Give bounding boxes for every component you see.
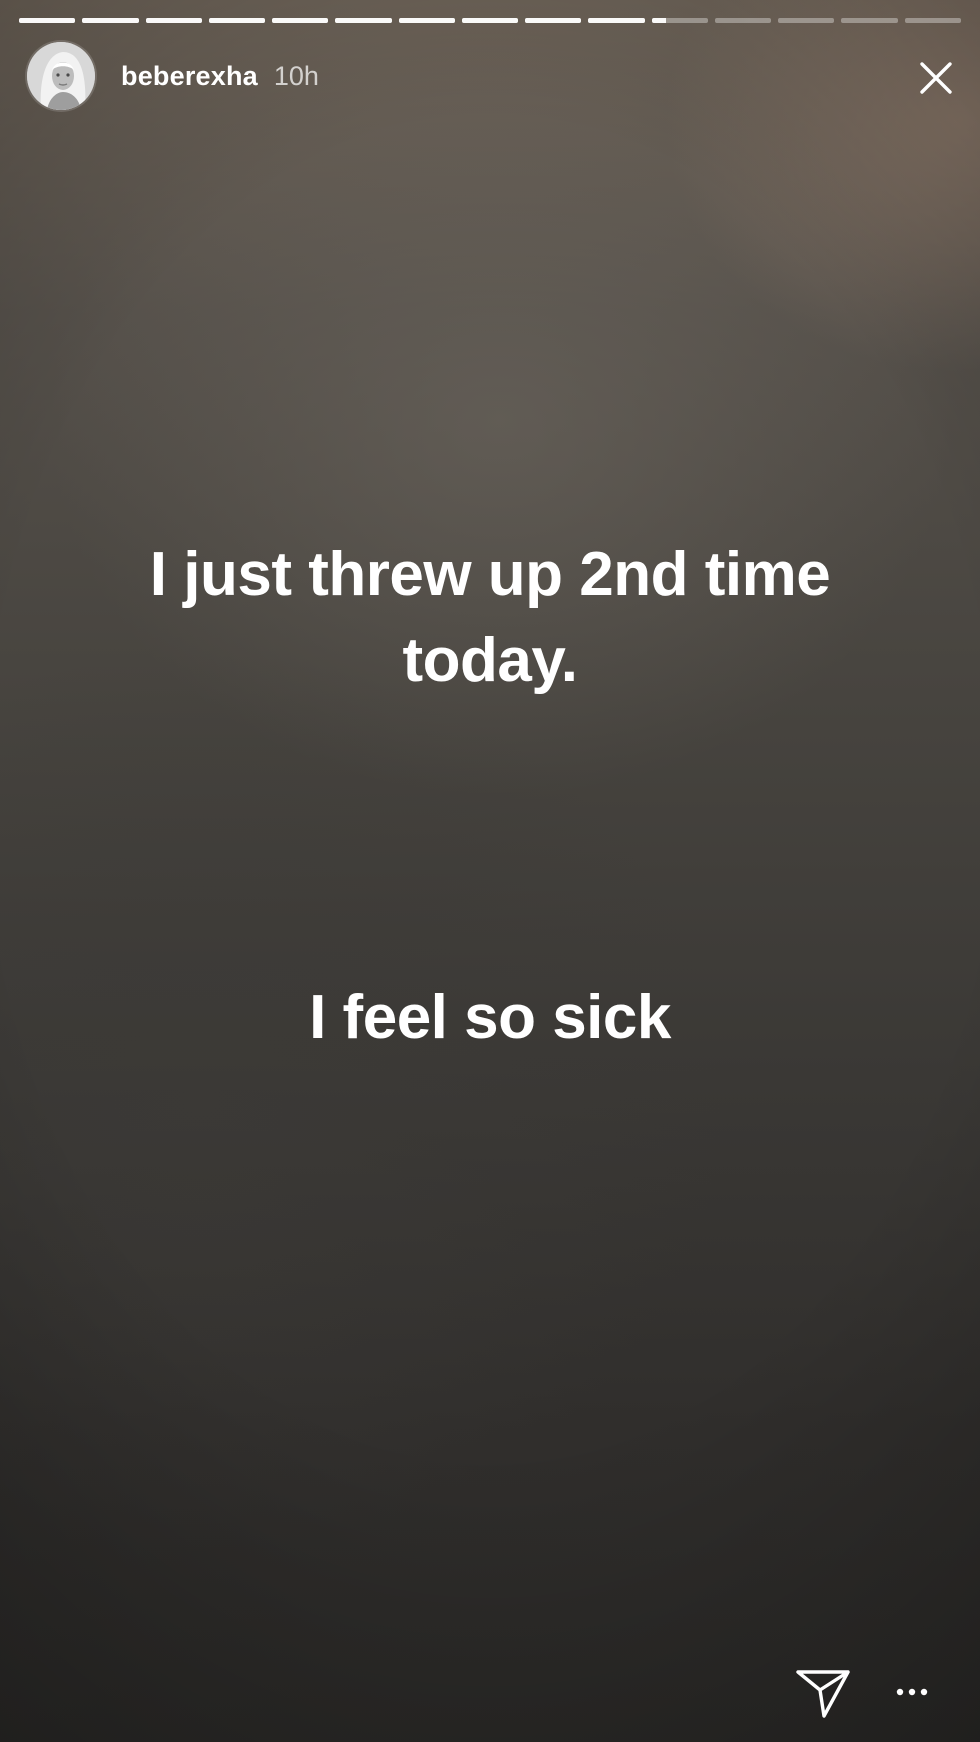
progress-segment-fill	[145, 18, 202, 23]
story-viewer[interactable]: beberexha 10h I just threw up 2nd time t…	[0, 0, 980, 1742]
progress-segment	[841, 18, 898, 23]
progress-segment	[82, 18, 139, 23]
progress-segment	[525, 18, 582, 23]
avatar-image	[27, 42, 95, 110]
progress-segment-fill	[272, 18, 329, 23]
progress-segment	[461, 18, 519, 23]
progress-segment-fill	[19, 18, 76, 23]
progress-segment	[272, 18, 329, 23]
progress-segment	[778, 18, 835, 23]
share-button[interactable]	[794, 1664, 852, 1720]
progress-segment-fill	[82, 18, 139, 23]
story-text-primary: I just threw up 2nd time today.	[0, 532, 980, 704]
progress-segment	[714, 18, 772, 23]
progress-segment-fill	[461, 18, 519, 23]
progress-segment	[588, 18, 645, 23]
story-header: beberexha 10h	[27, 40, 319, 112]
progress-segment	[208, 18, 266, 23]
progress-segment	[19, 18, 76, 23]
progress-segment	[398, 18, 455, 23]
send-icon	[796, 1670, 850, 1718]
story-text-line: I just threw up 2nd time	[149, 540, 831, 609]
progress-segment-fill	[651, 18, 666, 23]
more-icon	[896, 1688, 928, 1696]
story-text-secondary: I feel so sick	[309, 983, 671, 1052]
close-button[interactable]	[916, 58, 956, 98]
progress-segment	[904, 18, 961, 23]
username-link[interactable]: beberexha	[121, 61, 258, 92]
progress-segment	[335, 18, 392, 23]
progress-segment-fill	[208, 18, 266, 23]
story-text-line: today.	[402, 626, 578, 695]
progress-segment-fill	[588, 18, 645, 23]
post-timestamp: 10h	[273, 60, 319, 91]
profile-avatar[interactable]	[27, 42, 95, 110]
progress-segment-fill	[398, 18, 455, 23]
close-icon	[920, 62, 952, 94]
progress-segment-fill	[335, 18, 392, 23]
more-options-button[interactable]	[890, 1672, 934, 1712]
background-vignette	[0, 0, 980, 1742]
progress-segment-fill	[525, 18, 582, 23]
story-progress-bar	[19, 18, 961, 23]
progress-segment	[651, 18, 708, 23]
progress-segment	[145, 18, 202, 23]
